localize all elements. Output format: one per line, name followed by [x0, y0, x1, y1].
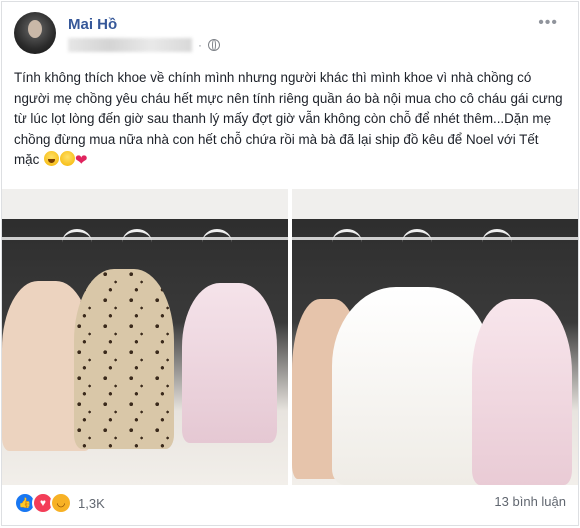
avatar[interactable]: [14, 12, 56, 54]
hanger: [202, 229, 232, 256]
haha-icon: ◡: [50, 492, 72, 514]
pink-floral-dress: [182, 283, 277, 443]
post-text: Tính không thích khoe về chính mình nhưn…: [14, 68, 566, 172]
laughing-emoji-icon: [44, 151, 60, 167]
more-options-icon[interactable]: •••: [538, 14, 558, 32]
leopard-print-dress: [74, 269, 174, 449]
hanger: [62, 229, 92, 256]
hanger: [332, 229, 362, 256]
photo-left[interactable]: [2, 189, 288, 485]
photo-grid: [2, 189, 578, 485]
pink-print-dress: [472, 299, 572, 485]
reactions-bar[interactable]: 👍 ♥ ◡ 1,3K: [14, 492, 105, 514]
comments-count[interactable]: 13 bình luận: [494, 494, 566, 509]
hanger: [402, 229, 432, 256]
hanger: [482, 229, 512, 256]
separator-dot: ·: [198, 38, 202, 52]
globe-icon[interactable]: [208, 39, 220, 51]
closet-shelf: [2, 189, 288, 219]
photo-right[interactable]: [292, 189, 578, 485]
post-meta: ·: [68, 38, 220, 52]
reactions-count[interactable]: 1,3K: [78, 496, 105, 511]
facebook-post: Mai Hồ · ••• Tính không thích khoe về ch…: [1, 1, 579, 526]
hanger: [122, 229, 152, 256]
kissing-emoji-icon: [60, 151, 76, 167]
closet-shelf: [292, 189, 578, 219]
author-name[interactable]: Mai Hồ: [68, 16, 117, 33]
blurred-timestamp[interactable]: [68, 38, 192, 52]
heart-emoji-icon: ❤: [75, 152, 88, 170]
white-lace-dress: [332, 287, 492, 485]
post-header: Mai Hồ · •••: [14, 12, 564, 56]
post-text-content: Tính không thích khoe về chính mình nhưn…: [14, 70, 563, 168]
